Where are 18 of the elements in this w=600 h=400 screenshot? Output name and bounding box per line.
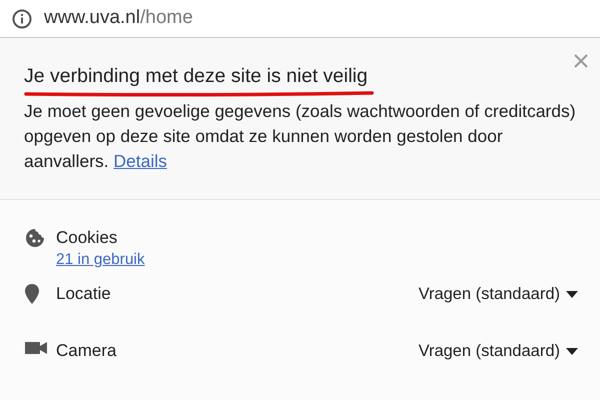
cookies-link[interactable]: 21 in gebruik [56,250,145,270]
caret-icon [566,348,578,354]
cookie-icon [25,228,45,248]
permission-dropdown[interactable]: Vragen (standaard) [418,339,578,363]
warning-title: Je verbinding met deze site is niet veilig [24,64,369,88]
close-icon [574,54,588,68]
video-camera-icon [25,341,47,355]
caret-icon [566,290,578,298]
info-icon[interactable] [12,8,32,28]
permission-label: Cookies [56,227,118,249]
permission-label: Camera [56,340,116,362]
permission-label: Locatie [56,283,111,305]
warning-description: Je moet geen gevoelige gegevens (zoals wachtwoorden of creditcards) opgeven op deze site omdat ze kunnen worden gestolen door aanvallers. Details [24,100,577,173]
details-link[interactable]: Details [114,151,168,171]
address-bar[interactable]: www.uva.nl/home [0,0,600,38]
url-text: www.uva.nl/home [44,6,193,30]
permission-dropdown[interactable]: Vragen (standaard) [418,282,578,306]
location-pin-icon [25,284,39,304]
